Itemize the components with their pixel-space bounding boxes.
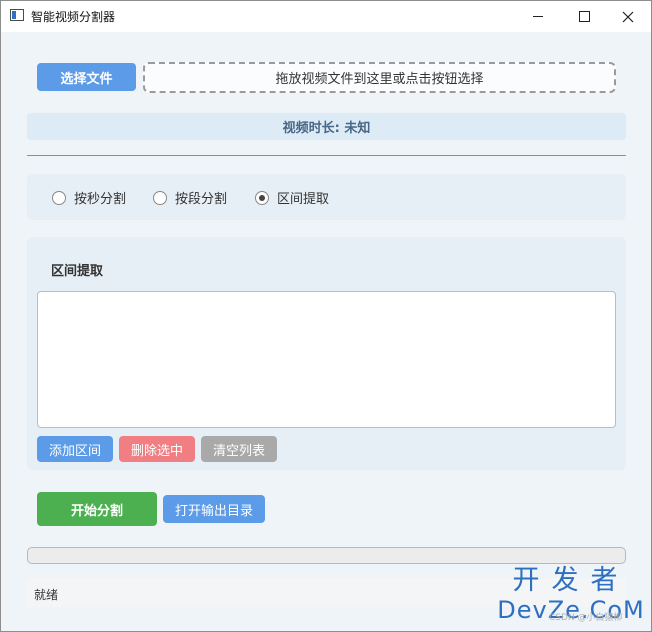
- progress-bar: [27, 547, 626, 564]
- watermark-credit: CSDN @小白猿柳: [549, 613, 623, 623]
- maximize-icon: [578, 11, 590, 22]
- mode-radio-range-extract[interactable]: 区间提取: [255, 188, 329, 207]
- section-title: 区间提取: [51, 264, 104, 279]
- close-button[interactable]: [605, 1, 651, 32]
- radio-label: 区间提取: [277, 192, 330, 207]
- select-file-button[interactable]: 选择文件: [37, 63, 136, 91]
- close-icon: [622, 11, 634, 22]
- watermark: 开发者 DevZe.CoM CSDN @小白猿柳: [495, 565, 647, 627]
- radio-label: 按秒分割: [74, 192, 127, 207]
- maximize-button[interactable]: [561, 1, 607, 32]
- status-text: 就绪: [34, 588, 59, 602]
- clear-list-button[interactable]: 清空列表: [201, 436, 277, 462]
- window-title: 智能视频分割器: [31, 10, 116, 24]
- divider: [27, 155, 626, 156]
- title-bar: 智能视频分割器: [1, 1, 651, 32]
- add-range-button[interactable]: 添加区间: [37, 436, 113, 462]
- file-drop-zone[interactable]: 拖放视频文件到这里或点击按钮选择: [143, 62, 616, 93]
- range-extract-panel: 区间提取 添加区间 删除选中 清空列表: [27, 237, 626, 470]
- minimize-button[interactable]: [515, 1, 561, 32]
- radio-button-checked-icon[interactable]: [255, 190, 269, 205]
- app-window: 智能视频分割器 选择文件 拖放视频文件到这里或点击按钮选择 视频时长: 未知 按…: [0, 0, 652, 632]
- radio-button-icon[interactable]: [52, 190, 66, 205]
- mode-radio-by-seconds[interactable]: 按秒分割: [52, 188, 126, 207]
- start-split-button[interactable]: 开始分割: [37, 492, 157, 526]
- range-list[interactable]: [37, 291, 616, 428]
- split-mode-group: 按秒分割 按段分割 区间提取: [27, 174, 626, 220]
- app-icon: [10, 9, 24, 21]
- main-content: 选择文件 拖放视频文件到这里或点击按钮选择 视频时长: 未知 按秒分割 按段分割…: [1, 32, 651, 631]
- delete-selected-button[interactable]: 删除选中: [119, 436, 195, 462]
- watermark-line1: 开发者: [512, 565, 630, 596]
- mode-radio-by-segments[interactable]: 按段分割: [153, 188, 227, 207]
- video-duration-label: 视频时长: 未知: [27, 113, 626, 140]
- open-output-dir-button[interactable]: 打开输出目录: [163, 495, 265, 523]
- radio-button-icon[interactable]: [153, 190, 167, 205]
- radio-label: 按段分割: [175, 192, 228, 207]
- minimize-icon: [533, 16, 543, 17]
